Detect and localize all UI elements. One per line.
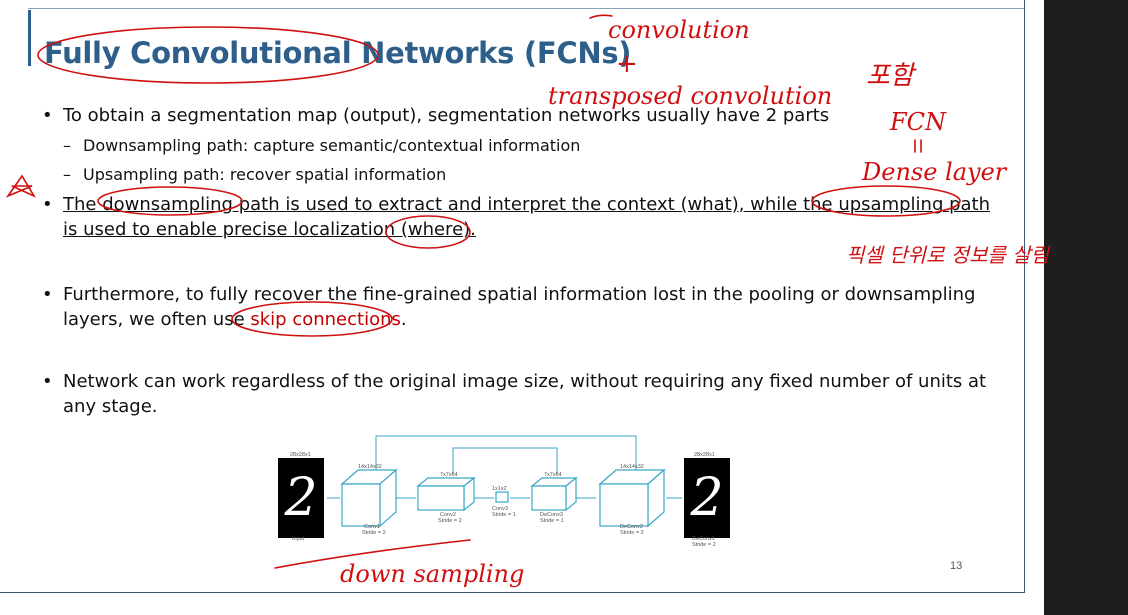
- conv2-stride: Stride = 2: [438, 518, 462, 524]
- skip-connections-text: skip connections: [250, 309, 401, 330]
- deconv1-stride: Stride = 2: [692, 542, 716, 548]
- slide-title: Fully Convolutional Networks (FCNs): [44, 36, 632, 70]
- bullet-3-line-2: layers, we often use skip connections.: [63, 308, 407, 332]
- page-number: 13: [950, 560, 963, 572]
- input-label: Input: [292, 536, 305, 542]
- input-digit: 2: [283, 468, 317, 528]
- bullet-2-line-1: The downsampling path is used to extract…: [63, 194, 991, 215]
- conv3-block: [495, 491, 509, 503]
- bullet-3-line-2-pre: layers, we often use: [63, 309, 251, 330]
- bullet-4-line-2: any stage.: [63, 396, 158, 417]
- bullet-4-line-1: Network can work regardless of the origi…: [63, 371, 987, 392]
- fcn-architecture-diagram: 2 2 28x28x1 Input 14x14x32 Conv1 Stride …: [278, 435, 730, 548]
- skip-connection-inner: [452, 447, 558, 474]
- bullet-2-line-2: is used to enable precise localization (…: [63, 219, 476, 240]
- deconv2-block: [598, 468, 666, 528]
- skip-connection-outer: [375, 435, 637, 470]
- bullet-marker: •: [42, 194, 53, 215]
- slide: Fully Convolutional Networks (FCNs) • To…: [0, 0, 1025, 593]
- conv3-size-label: 1x1x2: [492, 486, 507, 492]
- deconv3-block: [530, 476, 578, 512]
- bullet-1-text: To obtain a segmentation map (output), s…: [63, 105, 830, 126]
- dash-marker: –: [63, 165, 71, 184]
- deconv3-size-label: 7x7x64: [544, 472, 562, 478]
- title-accent-bar: [28, 10, 31, 66]
- deconv3-stride: Stride = 1: [540, 518, 564, 524]
- slide-top-border: [28, 8, 1024, 9]
- output-size-label: 28x28x1: [694, 452, 715, 458]
- bullet-3-line-1: Furthermore, to fully recover the fine-g…: [63, 284, 976, 305]
- bullet-3-line-2-post: .: [400, 309, 407, 330]
- deconv2-size-label: 14x14x32: [620, 464, 644, 470]
- conv2-block: [416, 476, 476, 512]
- output-digit: 2: [689, 468, 723, 528]
- bullet-marker: •: [42, 105, 53, 126]
- conv1-size-label: 14x14x32: [358, 464, 382, 470]
- input-size-label: 28x28x1: [290, 452, 311, 458]
- sub-bullet-upsampling: Upsampling path: recover spatial informa…: [83, 165, 447, 184]
- sub-bullet-downsampling: Downsampling path: capture semantic/cont…: [83, 136, 581, 155]
- conv1-block: [340, 468, 398, 528]
- bullet-marker: •: [42, 371, 53, 392]
- dark-side-panel: [1044, 0, 1128, 615]
- bullet-marker: •: [42, 284, 53, 305]
- conv1-stride: Stride = 2: [362, 530, 386, 536]
- conv2-size-label: 7x7x64: [440, 472, 458, 478]
- conv3-stride: Stride = 1: [492, 512, 516, 518]
- dash-marker: –: [63, 136, 71, 155]
- deconv2-stride: Stride = 2: [620, 530, 644, 536]
